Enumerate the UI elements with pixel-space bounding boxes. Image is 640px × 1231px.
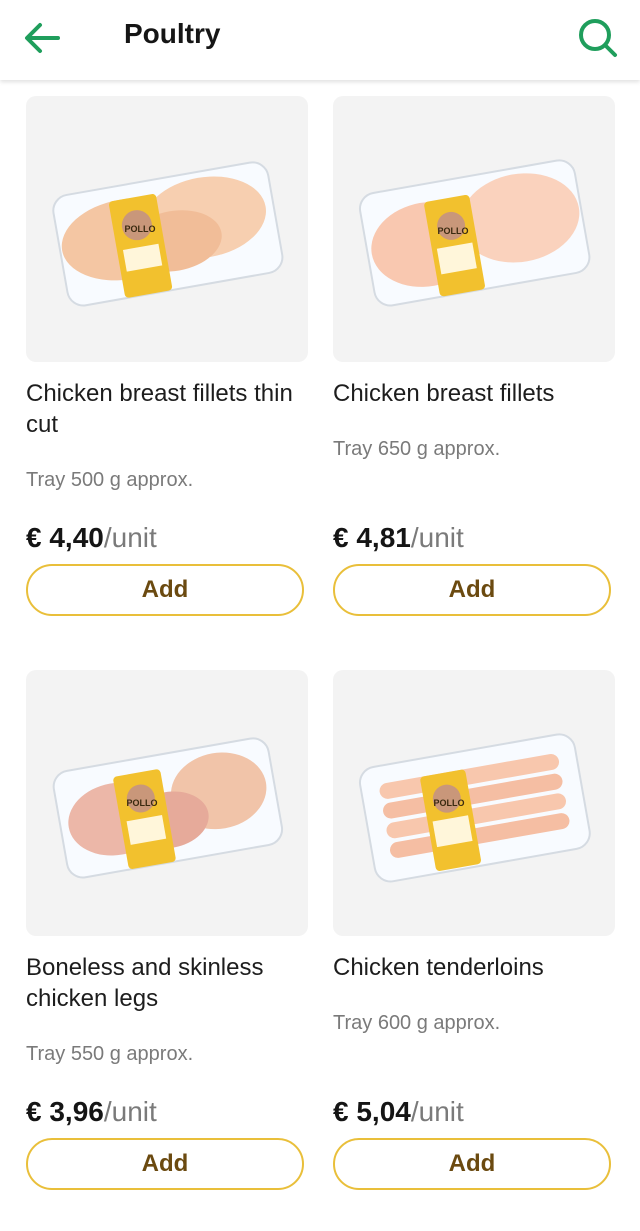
page-title: Poultry [124,18,221,49]
add-button[interactable]: Add [26,564,304,616]
product-image[interactable]: POLLO [333,96,615,362]
product-price: € 4,40/unit [26,522,157,554]
product-name: Chicken breast fillets [333,380,555,407]
product-card[interactable]: POLLO Boneless and skinless chicken legs… [26,670,308,1190]
price-amount: € 4,81 [333,522,411,553]
app-header: Poultry [0,0,640,80]
price-unit: /unit [410,522,464,553]
product-image[interactable]: POLLO [333,670,615,936]
add-button[interactable]: Add [26,1138,304,1190]
product-weight: Tray 500 g approx. [26,469,194,491]
product-price: € 5,04/unit [333,1096,464,1128]
product-card[interactable]: POLLO Chicken breast fillets Tray 650 g … [333,96,615,616]
product-price: € 4,81/unit [333,522,464,554]
product-weight: Tray 650 g approx. [333,438,501,460]
product-image[interactable]: POLLO [26,96,308,362]
add-button[interactable]: Add [333,564,611,616]
search-button[interactable] [574,14,622,62]
product-weight: Tray 550 g approx. [26,1043,194,1065]
search-icon [579,19,617,57]
package-label: POLLO [125,224,156,234]
add-button[interactable]: Add [333,1138,611,1190]
product-weight: Tray 600 g approx. [333,1012,501,1034]
price-amount: € 5,04 [333,1096,411,1127]
package-label: POLLO [438,226,469,236]
product-name: Boneless and skinless chicken legs [26,954,264,1012]
price-amount: € 3,96 [26,1096,104,1127]
package-label: POLLO [127,798,158,808]
product-name: Chicken breast fillets thin cut [26,380,293,438]
back-button[interactable] [20,16,64,60]
price-unit: /unit [103,522,157,553]
package-label: POLLO [434,798,465,808]
product-name: Chicken tenderloins [333,954,544,981]
price-unit: /unit [103,1096,157,1127]
product-price: € 3,96/unit [26,1096,157,1128]
arrow-left-icon [25,23,60,53]
price-amount: € 4,40 [26,522,104,553]
product-card[interactable]: POLLO Chicken breast fillets thin cut Tr… [26,96,308,616]
price-unit: /unit [410,1096,464,1127]
product-image[interactable]: POLLO [26,670,308,936]
product-card[interactable]: POLLO Chicken tenderloins Tray 600 g app… [333,670,615,1190]
